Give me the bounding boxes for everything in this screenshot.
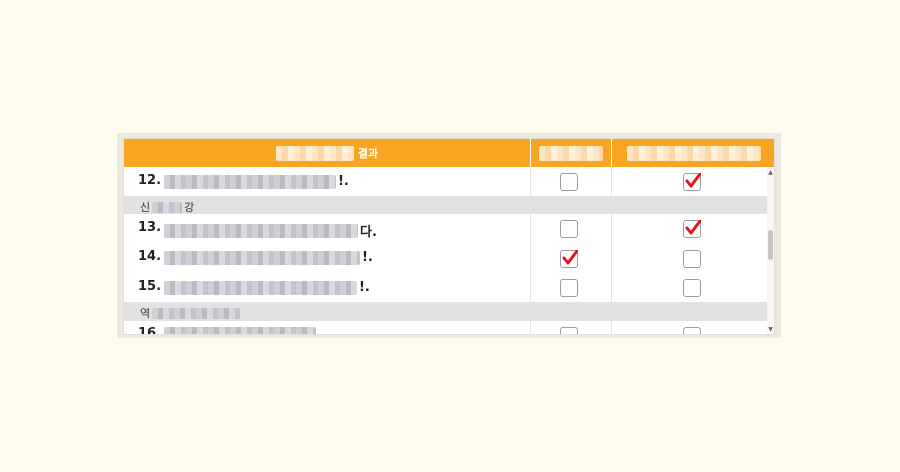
item-text-end: 다.: [360, 225, 377, 240]
category-prefix: 역: [140, 307, 151, 320]
item-text: 다.: [164, 221, 377, 240]
category-prefix: 신: [140, 201, 151, 214]
redacted-text: [275, 145, 354, 161]
category-suffix: 강: [184, 201, 195, 214]
checkmark-icon: [562, 250, 578, 265]
checkmark-icon: [685, 173, 701, 188]
checkbox-column-3[interactable]: [683, 250, 701, 268]
header-column-2: [530, 139, 611, 167]
table-row: 14. !.: [124, 243, 774, 273]
column-divider: [530, 167, 531, 334]
results-panel: 결과 12. !. 신 강 13. 다. 14. !. 15. !. 역 16.…: [117, 133, 781, 338]
results-table: 결과 12. !. 신 강 13. 다. 14. !. 15. !. 역 16.…: [123, 138, 775, 335]
checkbox-column-2[interactable]: [560, 279, 578, 297]
item-number: 16.: [138, 326, 162, 335]
redacted-text: [164, 174, 336, 189]
item-text: !.: [164, 174, 349, 189]
item-text: [164, 327, 316, 334]
item-number: 13.: [138, 220, 162, 235]
item-number: 15.: [138, 279, 162, 294]
table-row: 16.: [124, 321, 774, 335]
table-row: 13. 다.: [124, 214, 774, 243]
header-result-column: 결과: [124, 139, 530, 167]
item-text-end: !.: [362, 250, 373, 265]
column-divider: [611, 167, 612, 334]
item-text-end: !.: [359, 280, 370, 295]
checkbox-column-3[interactable]: [683, 279, 701, 297]
checkbox-column-2[interactable]: [560, 173, 578, 191]
checkmark-icon: [685, 220, 701, 235]
checkbox-column-2[interactable]: [560, 250, 578, 268]
redacted-text: [152, 307, 241, 319]
category-row: 역: [124, 302, 774, 321]
scrollbar-thumb[interactable]: [768, 230, 773, 260]
redacted-text: [164, 327, 316, 334]
checkbox-column-2[interactable]: [560, 220, 578, 238]
item-text: !.: [164, 250, 373, 265]
header-column-3: [611, 139, 774, 167]
checkbox-column-3[interactable]: [683, 327, 701, 334]
item-number: 14.: [138, 249, 162, 264]
header-result-label: 결과: [357, 147, 379, 160]
redacted-text: [164, 280, 357, 295]
item-text: !.: [164, 280, 370, 295]
checkbox-column-3[interactable]: [683, 220, 701, 238]
redacted-text: [164, 223, 358, 238]
checkbox-column-2[interactable]: [560, 327, 578, 334]
scroll-down-icon[interactable]: ▼: [767, 326, 774, 333]
redacted-text: [164, 250, 360, 265]
checkbox-column-3[interactable]: [683, 173, 701, 191]
table-row: 12. !.: [124, 167, 774, 196]
category-row: 신 강: [124, 196, 774, 214]
redacted-text: [152, 201, 183, 213]
category-label: 역: [140, 305, 241, 321]
table-header: 결과: [124, 139, 774, 167]
scroll-up-icon[interactable]: ▲: [767, 169, 774, 176]
item-number: 12.: [138, 173, 162, 188]
redacted-text: [539, 145, 603, 161]
category-label: 신 강: [140, 199, 194, 215]
table-row: 15. !.: [124, 273, 774, 302]
item-text-end: !.: [338, 174, 349, 189]
redacted-text: [626, 145, 761, 161]
vertical-scrollbar[interactable]: ▲ ▼: [767, 167, 774, 334]
